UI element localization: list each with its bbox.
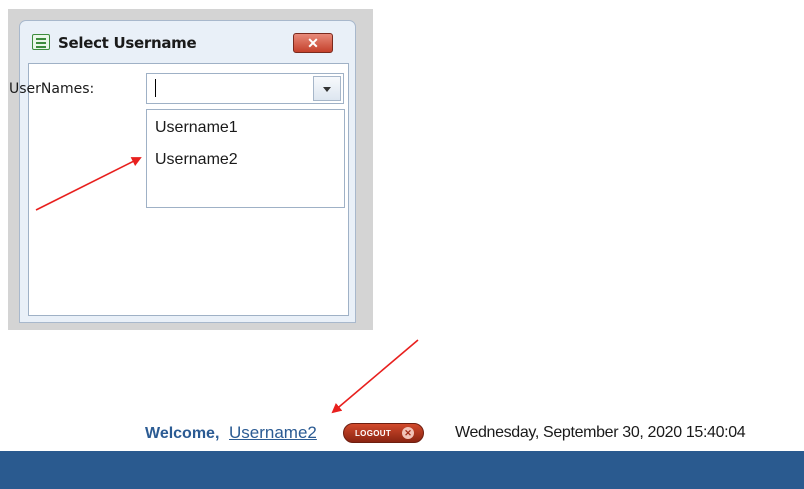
dialog-title: Select Username xyxy=(58,34,197,52)
dropdown-list: Username1 Username2 xyxy=(146,109,345,208)
option-username1[interactable]: Username1 xyxy=(155,119,238,137)
logout-label: LOGOUT xyxy=(355,429,392,438)
usernames-label: UserNames: xyxy=(9,81,95,97)
close-icon: ✕ xyxy=(402,427,414,439)
nav-bar xyxy=(0,451,804,489)
form-icon xyxy=(32,34,50,50)
arrow-to-username xyxy=(331,339,419,414)
text-caret xyxy=(155,79,156,97)
username-link[interactable]: Username2 xyxy=(229,423,317,443)
close-icon: ✕ xyxy=(307,35,319,51)
logout-button[interactable]: LOGOUT ✕ xyxy=(343,423,424,443)
close-button[interactable]: ✕ xyxy=(293,33,333,53)
welcome-text: Welcome, xyxy=(145,425,220,442)
dropdown-button[interactable] xyxy=(313,76,341,101)
datetime-text: Wednesday, September 30, 2020 15:40:04 xyxy=(455,424,746,441)
option-username2[interactable]: Username2 xyxy=(155,151,238,169)
usernames-combobox[interactable] xyxy=(146,73,344,104)
